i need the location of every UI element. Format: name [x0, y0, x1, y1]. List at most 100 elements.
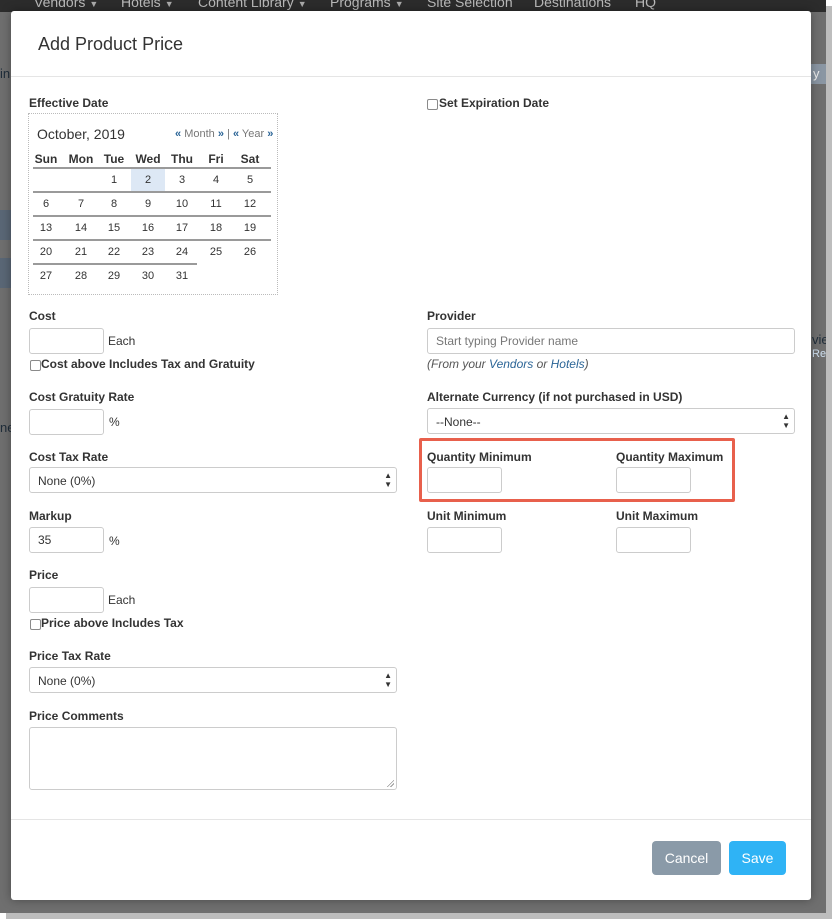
calendar-day[interactable]: 6 [29, 193, 63, 215]
set-expiration-checkbox[interactable] [427, 99, 438, 110]
calendar-day[interactable]: 17 [165, 217, 199, 239]
unit-minimum-input[interactable] [427, 527, 502, 553]
provider-input[interactable] [427, 328, 795, 354]
nav-item-site-selection[interactable]: Site Selection [427, 0, 513, 10]
day-of-week-header: Mon [68, 152, 94, 166]
vendors-link[interactable]: Vendors [489, 357, 533, 371]
day-of-week-header: Sat [240, 152, 260, 166]
calendar-day[interactable]: 20 [29, 241, 63, 263]
cost-tax-rate-value: None (0%) [38, 474, 96, 488]
effective-date-label: Effective Date [29, 96, 109, 110]
calendar-day[interactable]: 10 [165, 193, 199, 215]
save-button[interactable]: Save [729, 841, 786, 875]
prev-year-button[interactable]: « [233, 128, 239, 140]
nav-separator: | [227, 128, 230, 140]
quantity-maximum-input[interactable] [616, 467, 691, 493]
calendar-day[interactable]: 4 [199, 169, 233, 191]
next-month-button[interactable]: » [218, 128, 224, 140]
calendar-day[interactable]: 22 [97, 241, 131, 263]
background-link: Re [812, 348, 826, 360]
calendar-day[interactable]: 28 [64, 265, 98, 287]
cost-unit: Each [108, 334, 136, 348]
unit-maximum-label: Unit Maximum [616, 509, 699, 523]
quantity-maximum-label: Quantity Maximum [616, 450, 724, 464]
nav-item-destinations[interactable]: Destinations [534, 0, 611, 10]
nav-item-hq[interactable]: HQ [635, 0, 656, 10]
price-comments-textarea[interactable] [29, 727, 397, 790]
calendar-day[interactable]: 26 [233, 241, 267, 263]
calendar-day[interactable]: 5 [233, 169, 267, 191]
cost-tax-rate-select[interactable]: None (0%) ▲ ▼ [29, 467, 397, 493]
calendar-day[interactable]: 31 [165, 265, 199, 287]
month-nav-label: Month [184, 128, 215, 140]
unit-maximum-input[interactable] [616, 527, 691, 553]
day-of-week-header: Tue [103, 152, 125, 166]
price-input[interactable] [29, 587, 104, 613]
modal-title: Add Product Price [38, 34, 184, 54]
calendar-week-divider [33, 239, 271, 241]
calendar-day[interactable]: 3 [165, 169, 199, 191]
provider-source-note: (From your Vendors or Hotels) [427, 357, 589, 371]
next-year-button[interactable]: » [267, 128, 273, 140]
cancel-button[interactable]: Cancel [652, 841, 721, 875]
set-expiration-label: Set Expiration Date [439, 96, 550, 110]
calendar-month-nav: « Month » | « Year » [175, 128, 273, 140]
calendar-day[interactable]: 14 [64, 217, 98, 239]
calendar-week-divider [33, 167, 271, 169]
calendar-day[interactable]: 30 [131, 265, 165, 287]
day-of-week-header: Thu [171, 152, 193, 166]
markup-label: Markup [29, 509, 72, 523]
price-includes-tax-label: Price above Includes Tax [41, 616, 184, 630]
nav-item-vendors[interactable]: Vendors ▼ [34, 0, 98, 10]
quantity-minimum-label: Quantity Minimum [427, 450, 532, 464]
price-tax-rate-select[interactable]: None (0%) ▲ ▼ [29, 667, 397, 693]
day-of-week-header: Sun [34, 152, 58, 166]
chevron-down-icon: ▼ [164, 0, 174, 9]
calendar-day[interactable]: 12 [233, 193, 267, 215]
cost-gratuity-rate-input[interactable] [29, 409, 104, 435]
background-text: vie [812, 332, 826, 347]
calendar-day[interactable]: 15 [97, 217, 131, 239]
calendar-day[interactable]: 13 [29, 217, 63, 239]
calendar-day[interactable]: 11 [199, 193, 233, 215]
chevron-down-icon: ▼ [89, 0, 99, 9]
select-arrows-icon: ▲ ▼ [782, 412, 790, 430]
calendar-day[interactable]: 25 [199, 241, 233, 263]
nav-item-content-library[interactable]: Content Library ▼ [198, 0, 307, 10]
nav-item-programs[interactable]: Programs ▼ [330, 0, 404, 10]
calendar-day[interactable]: 24 [165, 241, 199, 263]
cost-gratuity-rate-unit: % [109, 415, 120, 429]
nav-item-hotels[interactable]: Hotels ▼ [121, 0, 174, 10]
prev-month-button[interactable]: « [175, 128, 181, 140]
calendar-day[interactable]: 8 [97, 193, 131, 215]
alternate-currency-select[interactable]: --None-- ▲ ▼ [427, 408, 795, 434]
calendar-day[interactable]: 7 [64, 193, 98, 215]
select-arrows-icon: ▲ ▼ [384, 671, 392, 689]
calendar-day[interactable]: 9 [131, 193, 165, 215]
cost-input[interactable] [29, 328, 104, 354]
calendar-day[interactable]: 18 [199, 217, 233, 239]
quantity-minimum-input[interactable] [427, 467, 502, 493]
price-includes-tax-checkbox[interactable] [30, 619, 41, 630]
markup-input[interactable] [29, 527, 104, 553]
cost-includes-tax-checkbox[interactable] [30, 360, 41, 371]
calendar-day[interactable]: 27 [29, 265, 63, 287]
calendar-day[interactable]: 1 [97, 169, 131, 191]
calendar-day[interactable]: 19 [233, 217, 267, 239]
price-comments-label: Price Comments [29, 709, 124, 723]
calendar-day[interactable]: 23 [131, 241, 165, 263]
calendar-day[interactable]: 16 [131, 217, 165, 239]
day-of-week-header: Wed [135, 152, 161, 166]
provider-label: Provider [427, 309, 476, 323]
hotels-link[interactable]: Hotels [551, 357, 585, 371]
background-row [0, 210, 11, 240]
effective-date-calendar: October, 2019 « Month » | « Year » Sun Mo… [28, 113, 278, 295]
calendar-day[interactable]: 2 [131, 169, 165, 191]
calendar-day[interactable]: 29 [97, 265, 131, 287]
calendar-month-year: October, 2019 [37, 126, 125, 142]
cost-tax-rate-label: Cost Tax Rate [29, 450, 109, 464]
calendar-day[interactable]: 21 [64, 241, 98, 263]
resize-grip-icon[interactable] [386, 779, 394, 787]
year-nav-label: Year [241, 128, 265, 140]
price-unit: Each [108, 593, 136, 607]
